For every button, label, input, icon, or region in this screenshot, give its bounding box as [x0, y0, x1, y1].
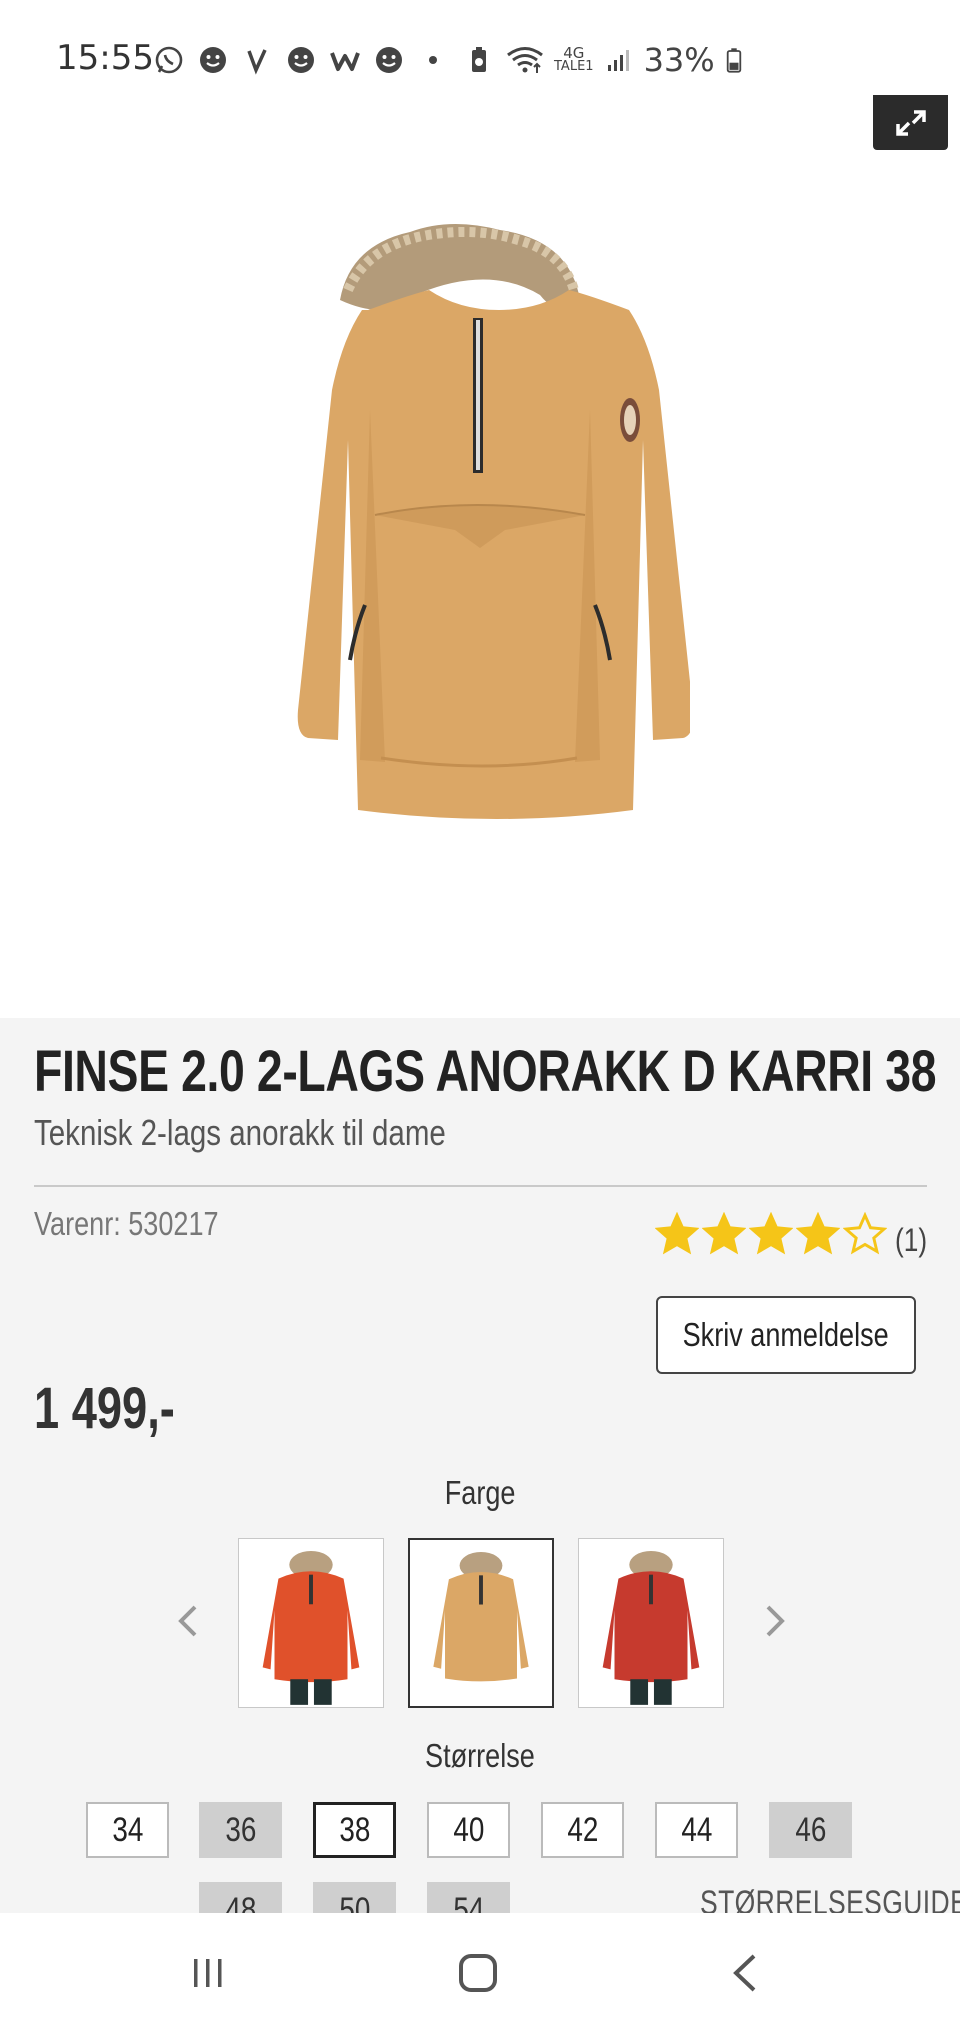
system-nav-bar — [0, 1913, 960, 2027]
size-option-label: 36 — [224, 1810, 257, 1849]
color-swatch-red[interactable] — [578, 1538, 724, 1708]
check-icon — [240, 43, 274, 77]
product-sku: Varenr: 530217 — [34, 1205, 219, 1242]
rating-stars[interactable] — [655, 1212, 887, 1256]
wifi-icon — [504, 43, 546, 77]
size-option-label: 44 — [680, 1810, 713, 1849]
star-filled-icon — [796, 1212, 840, 1255]
product-image[interactable] — [270, 210, 690, 830]
signal-icon — [602, 43, 636, 77]
expand-icon — [895, 109, 926, 136]
battery-icon — [723, 43, 745, 77]
size-label: Størrelse — [0, 1737, 960, 1775]
size-option-label: 42 — [566, 1810, 599, 1849]
size-option-36[interactable]: 36 — [199, 1802, 282, 1858]
product-subtitle: Teknisk 2-lags anorakk til dame — [34, 1112, 446, 1153]
smiley-icon — [196, 43, 230, 77]
product-price: 1 499,- — [34, 1376, 175, 1441]
battery-percent: 33% — [643, 41, 715, 79]
size-option-38[interactable]: 38 — [313, 1802, 396, 1858]
color-swatch-karri[interactable] — [408, 1538, 554, 1708]
network-type-bottom: TALE1 — [554, 59, 594, 74]
swatch-image — [579, 1539, 723, 1707]
chevron-right-icon[interactable] — [755, 1596, 795, 1646]
dot-icon — [416, 43, 450, 77]
star-filled-icon — [702, 1212, 746, 1255]
color-swatch-orange[interactable] — [238, 1538, 384, 1708]
size-option-label: 34 — [111, 1810, 144, 1849]
chevron-left-icon[interactable] — [168, 1596, 208, 1646]
size-option-label: 46 — [794, 1810, 827, 1849]
divider — [34, 1185, 927, 1187]
smiley-icon — [284, 43, 318, 77]
home-icon[interactable] — [448, 1943, 508, 2003]
write-review-button[interactable]: Skriv anmeldelse — [656, 1296, 916, 1374]
back-icon[interactable] — [716, 1943, 776, 2003]
system-icons: 4G TALE1 33% — [462, 38, 745, 82]
w-icon — [328, 43, 362, 77]
product-image-gallery[interactable] — [0, 95, 960, 1069]
whatsapp-icon — [152, 43, 186, 77]
network-type: 4G TALE1 — [554, 46, 594, 74]
color-swatches — [0, 1538, 960, 1708]
size-option-46[interactable]: 46 — [769, 1802, 852, 1858]
swatch-image — [410, 1540, 552, 1706]
recents-icon[interactable] — [178, 1943, 238, 2003]
size-option-label: 40 — [452, 1810, 485, 1849]
size-option-42[interactable]: 42 — [541, 1802, 624, 1858]
product-title: FINSE 2.0 2-LAGS ANORAKK D KARRI 38 — [34, 1039, 937, 1104]
size-option-44[interactable]: 44 — [655, 1802, 738, 1858]
star-empty-icon — [843, 1212, 887, 1255]
size-option-label: 38 — [338, 1810, 371, 1849]
size-label-text: Størrelse — [425, 1737, 535, 1774]
expand-image-button[interactable] — [873, 95, 948, 150]
color-label: Farge — [0, 1474, 960, 1512]
smiley-icon — [372, 43, 406, 77]
status-time: 15:55 — [56, 38, 154, 78]
notification-icons — [152, 38, 450, 82]
battery-saver-icon — [462, 43, 496, 77]
star-filled-icon — [749, 1212, 793, 1255]
size-option-34[interactable]: 34 — [86, 1802, 169, 1858]
write-review-label: Skriv anmeldelse — [682, 1316, 890, 1353]
review-count[interactable]: (1) — [895, 1222, 927, 1259]
color-label-text: Farge — [444, 1474, 516, 1511]
size-option-40[interactable]: 40 — [427, 1802, 510, 1858]
swatch-image — [239, 1539, 383, 1707]
star-filled-icon — [655, 1212, 699, 1255]
